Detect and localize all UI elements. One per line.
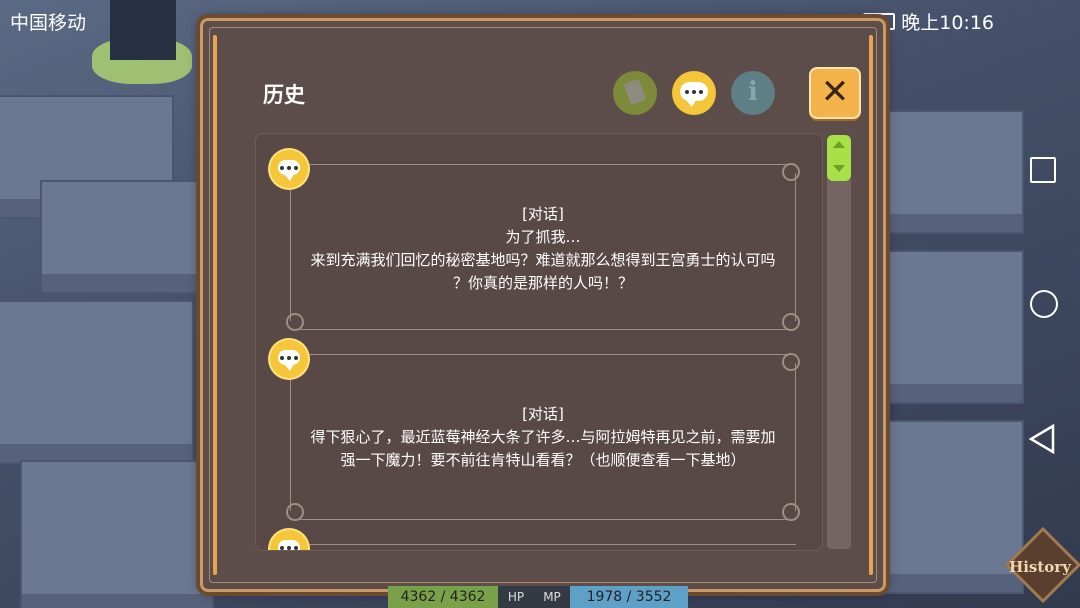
mp-label: MP — [534, 586, 570, 608]
entry-line: 为了抓我… — [505, 228, 581, 246]
home-button[interactable] — [1030, 290, 1058, 318]
back-button[interactable] — [1029, 424, 1055, 454]
hp-label: HP — [498, 586, 534, 608]
scene-block — [880, 420, 1024, 594]
clock: 晚上10:16 — [901, 12, 994, 34]
entry-line: 来到充满我们回忆的秘密基地吗？难道就那么想得到王宫勇士的认可吗 — [310, 251, 776, 269]
tab-info[interactable]: i — [731, 71, 775, 115]
scene-block — [0, 300, 194, 464]
entry-type: [对话] — [522, 205, 564, 223]
corner-ornament — [286, 313, 304, 331]
entry-line: ？你真的是那样的人吗！？ — [452, 274, 633, 292]
chat-icon — [680, 82, 708, 107]
chevron-down-icon — [833, 165, 845, 172]
scroll-thumb[interactable] — [827, 135, 851, 181]
mp-value: 1978 / 3552 — [570, 586, 688, 608]
navigation-bar — [1005, 40, 1080, 608]
tab-note[interactable] — [613, 71, 657, 115]
recent-apps-button[interactable] — [1030, 157, 1056, 183]
corner-ornament — [782, 353, 800, 371]
history-list[interactable]: [对话] 为了抓我… 来到充满我们回忆的秘密基地吗？难道就那么想得到王宫勇士的认… — [255, 133, 823, 551]
history-button[interactable]: History — [1004, 526, 1080, 604]
list-item: [对话] 为了抓我… 来到充满我们回忆的秘密基地吗？难道就那么想得到王宫勇士的认… — [286, 163, 800, 331]
corner-ornament — [782, 313, 800, 331]
list-item — [290, 544, 796, 550]
panel-side-bar — [869, 35, 873, 575]
chat-icon — [270, 150, 308, 188]
close-icon: ✕ — [820, 72, 850, 112]
hp-value: 4362 / 4362 — [388, 586, 498, 608]
corner-ornament — [286, 503, 304, 521]
chat-icon — [270, 530, 308, 550]
note-icon — [623, 78, 647, 106]
entry-text: [对话] 为了抓我… 来到充满我们回忆的秘密基地吗？难道就那么想得到王宫勇士的认… — [290, 203, 796, 295]
chat-icon — [270, 340, 308, 378]
hp-mp-hud: 4362 / 4362 HP MP 1978 / 3552 — [388, 586, 688, 608]
entry-type: [对话] — [522, 405, 564, 423]
history-label: History — [1009, 558, 1071, 576]
entry-line: 得下狠心了，最近蓝莓神经大条了许多…与阿拉姆特再见之前，需要加 — [310, 428, 776, 446]
scene-block — [880, 110, 1024, 234]
panel-side-bar — [213, 35, 217, 575]
history-dialog: 历史 i ✕ [对话] 为了抓我… 来到充满我们回忆的秘密基地吗？难道就那么想得… — [200, 18, 886, 592]
list-item: [对话] 得下狠心了，最近蓝莓神经大条了许多…与阿拉姆特再见之前，需要加 强一下… — [286, 353, 800, 521]
scene-block — [880, 250, 1024, 404]
carrier-name: 中国移动 — [10, 12, 87, 34]
scene-block — [20, 460, 214, 608]
chevron-up-icon — [833, 141, 845, 148]
tab-chat[interactable] — [672, 71, 716, 115]
dialog-title: 历史 — [263, 83, 305, 107]
corner-ornament — [782, 163, 800, 181]
entry-text: [对话] 得下狠心了，最近蓝莓神经大条了许多…与阿拉姆特再见之前，需要加 强一下… — [290, 403, 796, 472]
entry-line: 强一下魔力！要不前往肯特山看看？（也顺便查看一下基地） — [340, 451, 746, 469]
scrollbar[interactable] — [827, 135, 851, 549]
scene-block — [40, 180, 214, 294]
close-button[interactable]: ✕ — [809, 67, 861, 119]
corner-ornament — [782, 503, 800, 521]
info-icon: i — [748, 77, 758, 107]
